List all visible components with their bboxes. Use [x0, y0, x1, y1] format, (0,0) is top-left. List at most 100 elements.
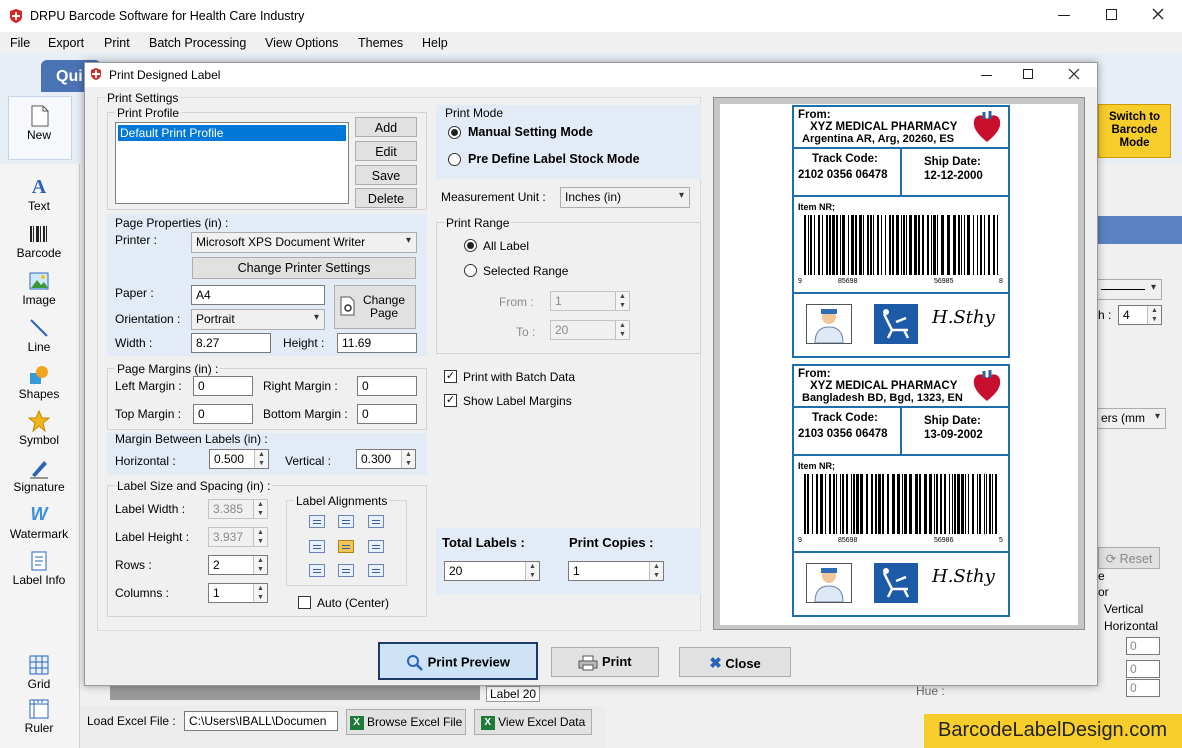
close-button[interactable]: ✖ Close: [679, 647, 791, 677]
align-center-icon[interactable]: [338, 540, 354, 553]
add-button[interactable]: Add: [355, 117, 417, 137]
right-margin-input[interactable]: 0: [357, 376, 417, 396]
delete-button[interactable]: Delete: [355, 188, 417, 208]
dialog-title: Print Designed Label: [109, 68, 221, 82]
width-input[interactable]: 8.27: [191, 333, 271, 353]
tool-watermark[interactable]: W Watermark: [2, 498, 76, 542]
close-icon[interactable]: [1150, 6, 1166, 22]
new-button[interactable]: New: [8, 96, 72, 160]
print-preview-button[interactable]: Print Preview: [378, 642, 538, 680]
bottom-margin-input[interactable]: 0: [357, 404, 417, 424]
reset-button[interactable]: ⟳ Reset: [1098, 547, 1160, 569]
print-with-batch-label: Print with Batch Data: [463, 370, 576, 384]
maximize-icon[interactable]: [1106, 9, 1117, 20]
tool-barcode[interactable]: Barcode: [2, 217, 76, 261]
browse-excel-button[interactable]: X Browse Excel File: [346, 709, 466, 735]
print-copies-input[interactable]: 1 ▲ ▼: [568, 561, 664, 581]
all-label-radio[interactable]: [464, 239, 477, 252]
rows-input[interactable]: 2 ▲ ▼: [208, 555, 268, 575]
print-settings-heading: Print Settings: [105, 91, 181, 105]
tool-grid[interactable]: Grid: [2, 648, 76, 692]
vertical-spacing-input[interactable]: 0.300 ▲ ▼: [356, 449, 416, 469]
dialog-minimize-icon[interactable]: [981, 75, 992, 76]
total-labels-input[interactable]: 20 ▲ ▼: [444, 561, 540, 581]
symbol-icon: [28, 410, 50, 432]
tool-sidebar: A Text Barcode Image Line Shapes Symbol …: [0, 164, 80, 748]
orientation-select[interactable]: Portrait ▾: [191, 309, 325, 330]
company-text: XYZ MEDICAL PHARMACY: [810, 121, 958, 133]
change-page-button[interactable]: Change Page: [334, 285, 416, 329]
menu-view-options[interactable]: View Options: [265, 36, 338, 50]
list-item[interactable]: Default Print Profile: [118, 125, 346, 141]
tool-line[interactable]: Line: [2, 311, 76, 355]
label-alignments-heading: Label Alignments: [294, 494, 390, 508]
switch-to-barcode-mode-button[interactable]: Switch to Barcode Mode: [1098, 104, 1171, 158]
minimize-icon[interactable]: [1058, 15, 1070, 16]
panel-field-3[interactable]: 0: [1126, 679, 1160, 697]
tool-label-info[interactable]: Label Info: [2, 544, 76, 588]
dialog-close-icon[interactable]: [1067, 67, 1081, 81]
view-excel-button[interactable]: X View Excel Data: [474, 709, 592, 735]
align-bottom-center-icon[interactable]: [338, 564, 354, 577]
tool-image-label: Image: [22, 293, 56, 307]
heart-icon: [972, 109, 1002, 145]
menu-themes[interactable]: Themes: [358, 36, 403, 50]
paper-input[interactable]: A4: [191, 285, 325, 305]
tool-signature[interactable]: Signature: [2, 451, 76, 495]
menu-file[interactable]: File: [10, 36, 30, 50]
horizontal-spacing-input[interactable]: 0.500 ▲ ▼: [209, 449, 269, 469]
panel-field-1[interactable]: 0: [1126, 637, 1160, 655]
tool-watermark-label: Watermark: [9, 527, 69, 541]
align-top-right-icon[interactable]: [368, 515, 384, 528]
print-profile-list[interactable]: Default Print Profile: [115, 122, 349, 204]
align-top-left-icon[interactable]: [309, 515, 325, 528]
change-printer-settings-button[interactable]: Change Printer Settings: [192, 257, 416, 279]
tool-text[interactable]: A Text: [2, 170, 76, 214]
tool-image[interactable]: Image: [2, 264, 76, 308]
dialog-maximize-icon[interactable]: [1023, 69, 1033, 79]
measurement-unit-select[interactable]: Inches (in) ▾: [560, 187, 690, 208]
top-margin-input[interactable]: 0: [193, 404, 253, 424]
print-button[interactable]: Print: [551, 647, 659, 677]
print-with-batch-checkbox[interactable]: ✓: [444, 370, 457, 383]
height-input[interactable]: 11.69: [337, 333, 417, 353]
align-bottom-left-icon[interactable]: [309, 564, 325, 577]
menu-export[interactable]: Export: [48, 36, 84, 50]
menu-help[interactable]: Help: [422, 36, 448, 50]
view-excel-label: View Excel Data: [498, 715, 586, 729]
line-style-select[interactable]: ▾: [1096, 279, 1162, 300]
print-range-heading: Print Range: [444, 216, 512, 230]
save-button[interactable]: Save: [355, 165, 417, 185]
address-text: Bangladesh BD, Bgd, 1323, EN: [802, 392, 963, 404]
align-middle-left-icon[interactable]: [309, 540, 325, 553]
panel-field-2[interactable]: 0: [1126, 660, 1160, 678]
show-label-margins-label: Show Label Margins: [463, 394, 572, 408]
show-label-margins-checkbox[interactable]: ✓: [444, 394, 457, 407]
shapes-icon: [28, 364, 50, 386]
align-top-center-icon[interactable]: [338, 515, 354, 528]
print-profile-heading: Print Profile: [115, 106, 182, 120]
label-tab[interactable]: Label 20: [486, 686, 541, 702]
right-stepper[interactable]: 4 ▲ ▼: [1118, 305, 1162, 325]
align-bottom-right-icon[interactable]: [368, 564, 384, 577]
browse-excel-label: Browse Excel File: [366, 715, 463, 729]
selected-range-radio[interactable]: [464, 264, 477, 277]
edit-button[interactable]: Edit: [355, 141, 417, 161]
barcode-digit-left: 9: [798, 278, 802, 285]
excel-path-input[interactable]: C:\Users\IBALL\Documen: [184, 711, 338, 731]
all-label-label: All Label: [483, 239, 530, 253]
printer-select[interactable]: Microsoft XPS Document Writer ▾: [191, 232, 417, 253]
align-middle-right-icon[interactable]: [368, 540, 384, 553]
tool-shapes[interactable]: Shapes: [2, 358, 76, 402]
columns-input[interactable]: 1 ▲ ▼: [208, 583, 268, 603]
units-select[interactable]: ers (mm ▾: [1096, 408, 1166, 429]
predefine-mode-radio[interactable]: [448, 153, 461, 166]
menu-print[interactable]: Print: [104, 36, 130, 50]
tool-symbol[interactable]: Symbol: [2, 404, 76, 448]
left-margin-input[interactable]: 0: [193, 376, 253, 396]
menu-batch-processing[interactable]: Batch Processing: [149, 36, 246, 50]
reset-label: Reset: [1119, 552, 1153, 566]
manual-mode-radio[interactable]: [448, 126, 461, 139]
auto-center-checkbox[interactable]: [298, 596, 311, 609]
tool-ruler[interactable]: Ruler: [2, 692, 76, 736]
